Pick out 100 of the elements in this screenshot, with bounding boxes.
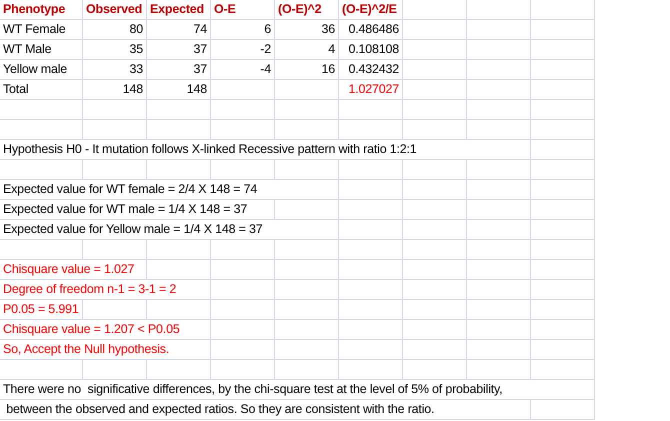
empty-cell xyxy=(147,120,211,140)
empty-cell xyxy=(403,80,467,100)
table-cell: 148 xyxy=(147,80,211,100)
empty-cell xyxy=(531,320,595,340)
empty-cell xyxy=(339,300,403,320)
empty-cell xyxy=(467,340,531,360)
empty-cell xyxy=(403,160,467,180)
note-text: Chisquare value = 1.207 < P0.05 xyxy=(0,320,211,340)
empty-cell xyxy=(403,20,467,40)
column-header: Expected xyxy=(147,0,211,20)
empty-cell xyxy=(339,240,403,260)
empty-cell xyxy=(83,100,147,120)
empty-cell xyxy=(275,360,339,380)
empty-cell xyxy=(83,360,147,380)
table-cell: Total xyxy=(0,80,83,100)
empty-cell xyxy=(403,100,467,120)
empty-cell xyxy=(275,120,339,140)
empty-cell xyxy=(467,280,531,300)
note-text: between the observed and expected ratios. So they are consistent with the ratio. xyxy=(0,400,531,420)
empty-cell xyxy=(531,140,595,160)
empty-cell xyxy=(403,200,467,220)
empty-cell xyxy=(531,360,595,380)
empty-cell xyxy=(339,180,403,200)
note-text: Expected value for Yellow male = 1/4 X 148 = 37 xyxy=(0,220,339,240)
empty-cell xyxy=(403,340,467,360)
table-cell: 74 xyxy=(147,20,211,40)
empty-cell xyxy=(403,40,467,60)
empty-cell xyxy=(467,240,531,260)
empty-cell xyxy=(275,240,339,260)
empty-cell xyxy=(83,120,147,140)
empty-cell xyxy=(339,120,403,140)
table-cell: 0.108108 xyxy=(339,40,403,60)
table-cell: WT Male xyxy=(0,40,83,60)
table-cell: Yellow male xyxy=(0,60,83,80)
empty-cell xyxy=(403,320,467,340)
table-cell: 0.486486 xyxy=(339,20,403,40)
table-cell: 33 xyxy=(83,60,147,80)
empty-cell xyxy=(211,240,275,260)
empty-cell xyxy=(467,360,531,380)
empty-cell xyxy=(531,40,595,60)
empty-cell xyxy=(531,200,595,220)
empty-cell xyxy=(403,120,467,140)
empty-cell xyxy=(275,320,339,340)
empty-cell xyxy=(147,100,211,120)
column-header: Observed xyxy=(83,0,147,20)
empty-cell xyxy=(467,200,531,220)
empty-cell xyxy=(211,300,275,320)
empty-cell xyxy=(211,360,275,380)
table-cell: 0.432432 xyxy=(339,60,403,80)
empty-cell xyxy=(211,260,275,280)
empty-cell xyxy=(403,260,467,280)
empty-cell xyxy=(147,160,211,180)
empty-cell xyxy=(211,120,275,140)
note-text: P0.05 = 5.991 xyxy=(0,300,83,320)
note-text: Expected value for WT female = 2/4 X 148 = 74 xyxy=(0,180,339,200)
empty-cell xyxy=(531,0,595,20)
empty-cell xyxy=(83,300,147,320)
column-header: Phenotype xyxy=(0,0,83,20)
empty-cell xyxy=(339,320,403,340)
empty-cell xyxy=(211,340,275,360)
empty-cell xyxy=(531,340,595,360)
table-cell: -4 xyxy=(211,60,275,80)
empty-cell xyxy=(467,0,531,20)
empty-cell xyxy=(275,160,339,180)
empty-cell xyxy=(531,160,595,180)
empty-cell xyxy=(467,180,531,200)
empty-cell xyxy=(275,340,339,360)
empty-cell xyxy=(275,280,339,300)
empty-cell xyxy=(467,120,531,140)
empty-cell xyxy=(531,80,595,100)
empty-cell xyxy=(467,160,531,180)
note-text: Degree of freedom n-1 = 3-1 = 2 xyxy=(0,280,211,300)
empty-cell xyxy=(403,240,467,260)
table-cell: 37 xyxy=(147,40,211,60)
empty-cell xyxy=(531,300,595,320)
empty-cell xyxy=(403,0,467,20)
empty-cell xyxy=(339,200,403,220)
empty-cell xyxy=(403,280,467,300)
empty-cell xyxy=(531,100,595,120)
column-header: (O-E)^2/E xyxy=(339,0,403,20)
empty-cell xyxy=(339,280,403,300)
empty-cell xyxy=(531,400,595,420)
empty-cell xyxy=(211,80,275,100)
empty-cell xyxy=(467,60,531,80)
empty-cell xyxy=(467,260,531,280)
empty-cell xyxy=(531,120,595,140)
empty-cell xyxy=(275,200,339,220)
table-cell: 1.027027 xyxy=(339,80,403,100)
empty-cell xyxy=(275,260,339,280)
table-cell: 80 xyxy=(83,20,147,40)
empty-cell xyxy=(467,320,531,340)
table-cell: 148 xyxy=(83,80,147,100)
empty-cell xyxy=(403,220,467,240)
empty-cell xyxy=(275,80,339,100)
empty-cell xyxy=(147,360,211,380)
table-cell: 37 xyxy=(147,60,211,80)
empty-cell xyxy=(467,20,531,40)
empty-cell xyxy=(531,180,595,200)
empty-cell xyxy=(339,260,403,280)
empty-cell xyxy=(339,100,403,120)
